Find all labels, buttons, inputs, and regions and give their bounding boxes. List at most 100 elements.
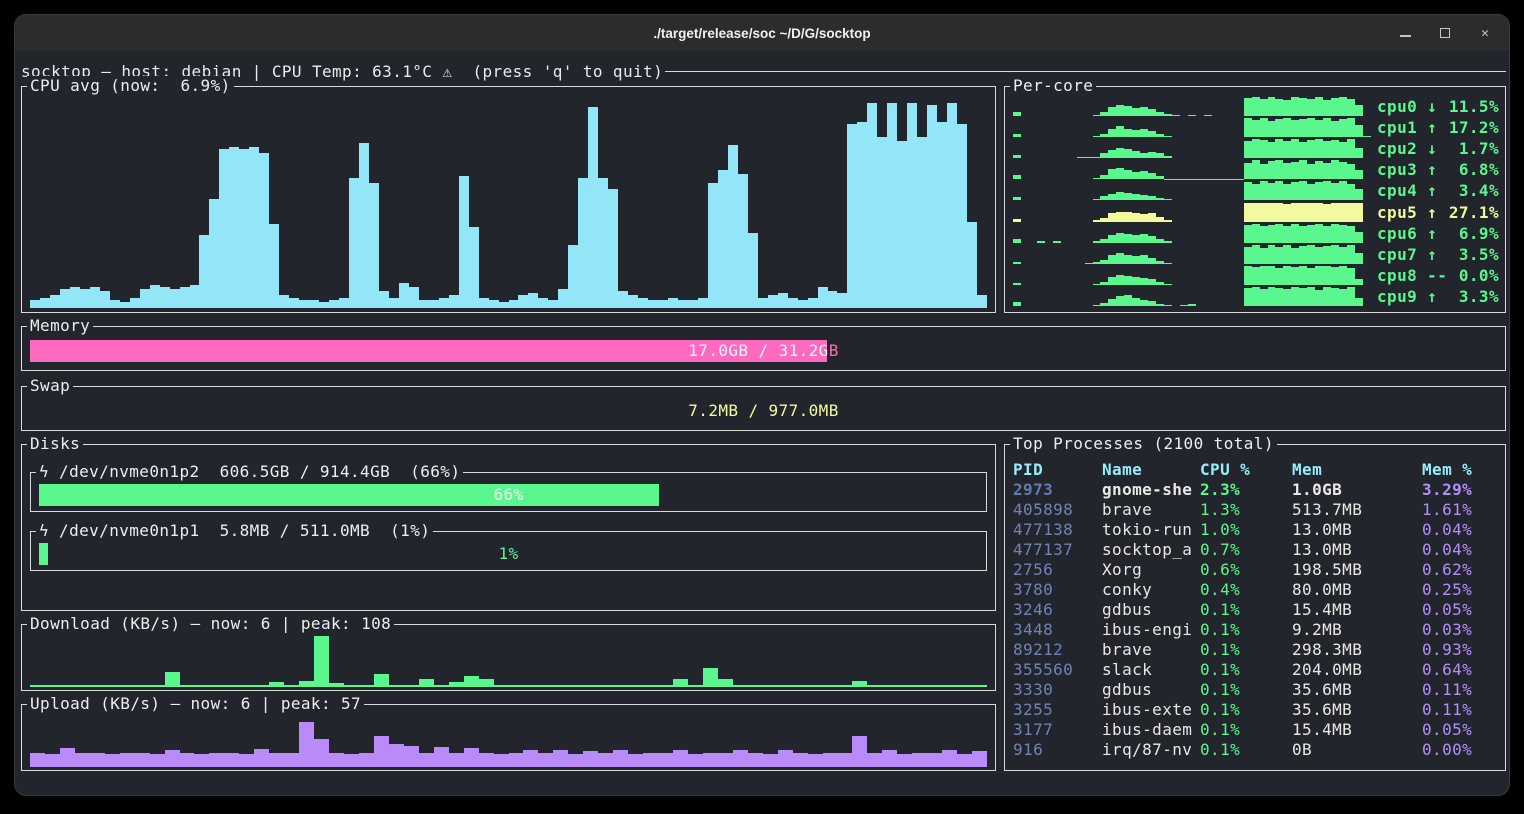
processes-rows: 2973 gnome-she 2.3% 1.0GB 3.29% 405898 b… (1013, 480, 1503, 760)
core-trend-arrow-icon: ↑ (1427, 245, 1437, 264)
cell-pid: 3448 (1013, 620, 1102, 640)
panel-download: Download (KB/s) — now: 6 | peak: 108 (21, 624, 996, 691)
panel-upload: Upload (KB/s) — now: 6 | peak: 57 (21, 704, 996, 771)
panel-processes: Top Processes (2100 total) PID Name CPU … (1004, 444, 1506, 771)
disk-gauge-fill: 1% (39, 543, 48, 565)
core-name: cpu9 (1377, 287, 1427, 306)
core-name: cpu4 (1377, 181, 1427, 200)
core-label: cpu0 ↓11.5% (1377, 97, 1499, 116)
cell-pid: 3246 (1013, 600, 1102, 620)
header-rule (665, 71, 1506, 72)
table-row: 3177 ibus-daem 0.1% 15.4MB 0.05% (1013, 720, 1503, 740)
cell-mem: 198.5MB (1292, 560, 1422, 580)
cell-pid: 2756 (1013, 560, 1102, 580)
col-header-mem: Mem (1292, 460, 1422, 480)
disk-usage-gauge: 66% 66% (39, 484, 978, 506)
cell-pid: 2973 (1013, 480, 1102, 500)
swap-panel-title: Swap (27, 376, 73, 396)
cell-name: ibus-exte (1102, 700, 1200, 720)
cell-memp: 1.61% (1422, 500, 1503, 520)
processes-table-header: PID Name CPU % Mem Mem % (1013, 460, 1503, 480)
cell-memp: 0.03% (1422, 620, 1503, 640)
core-sparkline (1013, 139, 1371, 158)
core-label: cpu6 ↑6.9% (1377, 224, 1499, 243)
cell-mem: 1.0GB (1292, 480, 1422, 500)
core-name: cpu8 (1377, 266, 1427, 285)
disk-gauge-fill: 66% (39, 484, 659, 506)
core-usage-value: 6.9% (1437, 224, 1499, 243)
cell-cpu: 0.1% (1200, 740, 1292, 760)
terminal-window: ./target/release/soc ~/D/G/socktop ✕ soc… (14, 14, 1510, 796)
disk-item-title: ϟ/dev/nvme0n1p2 606.5GB / 914.4GB (66%) (36, 462, 463, 482)
core-row: cpu5 ↑27.1% (1013, 201, 1499, 222)
download-panel-title: Download (KB/s) — now: 6 | peak: 108 (27, 614, 394, 634)
terminal-content: socktop — host: debian | CPU Temp: 63.1°… (15, 52, 1510, 796)
cell-mem: 513.7MB (1292, 500, 1422, 520)
disk-usage-gauge: 1% 1% (39, 543, 978, 565)
disk-item: ϟ/dev/nvme0n1p2 606.5GB / 914.4GB (66%) … (30, 472, 987, 512)
cell-mem: 13.0MB (1292, 520, 1422, 540)
table-row: 3448 ibus-engi 0.1% 9.2MB 0.03% (1013, 620, 1503, 640)
core-usage-value: 6.8% (1437, 160, 1499, 179)
disk-item: ϟ/dev/nvme0n1p1 5.8MB / 511.0MB (1%) 1% … (30, 531, 987, 571)
cell-cpu: 0.1% (1200, 660, 1292, 680)
cell-pid: 405898 (1013, 500, 1102, 520)
table-row: 916 irq/87-nv 0.1% 0B 0.00% (1013, 740, 1503, 760)
core-trend-arrow-icon: ↑ (1427, 203, 1437, 222)
core-name: cpu2 (1377, 139, 1427, 158)
table-row: 3255 ibus-exte 0.1% 35.6MB 0.11% (1013, 700, 1503, 720)
cpu-avg-panel-title: CPU avg (now: 6.9%) (27, 76, 234, 96)
cell-memp: 0.05% (1422, 600, 1503, 620)
table-row: 3780 conky 0.4% 80.0MB 0.25% (1013, 580, 1503, 600)
cell-cpu: 1.0% (1200, 520, 1292, 540)
cell-name: gdbus (1102, 680, 1200, 700)
core-sparkline (1013, 287, 1371, 306)
cell-pid: 3255 (1013, 700, 1102, 720)
processes-panel-title: Top Processes (2100 total) (1010, 434, 1277, 454)
core-sparkline (1013, 118, 1371, 137)
cell-name: irq/87-nv (1102, 740, 1200, 760)
col-header-memp: Mem % (1422, 460, 1503, 480)
cell-pid: 477137 (1013, 540, 1102, 560)
cell-memp: 0.05% (1422, 720, 1503, 740)
cell-cpu: 0.1% (1200, 700, 1292, 720)
cell-name: tokio-run (1102, 520, 1200, 540)
close-button[interactable]: ✕ (1477, 25, 1493, 41)
core-trend-arrow-icon: ↓ (1427, 97, 1437, 116)
cell-mem: 9.2MB (1292, 620, 1422, 640)
upload-chart (30, 716, 987, 767)
memory-gauge-fill-label: 17.0GB / 31.2GB (30, 340, 827, 362)
cell-mem: 80.0MB (1292, 580, 1422, 600)
cell-memp: 0.62% (1422, 560, 1503, 580)
table-row: 3246 gdbus 0.1% 15.4MB 0.05% (1013, 600, 1503, 620)
col-header-pid: PID (1013, 460, 1102, 480)
disk-gauge-label: 1% (39, 543, 978, 565)
minimize-icon (1400, 35, 1411, 37)
titlebar[interactable]: ./target/release/soc ~/D/G/socktop ✕ (15, 15, 1509, 52)
core-trend-arrow-icon: ↑ (1427, 224, 1437, 243)
core-row: cpu9 ↑3.3% (1013, 286, 1499, 307)
cell-mem: 35.6MB (1292, 680, 1422, 700)
core-row: cpu2 ↓1.7% (1013, 138, 1499, 159)
per-core-panel-title: Per-core (1010, 76, 1096, 96)
panel-disks: Disks ϟ/dev/nvme0n1p2 606.5GB / 914.4GB … (21, 444, 996, 611)
table-row: 3330 gdbus 0.1% 35.6MB 0.11% (1013, 680, 1503, 700)
core-sparkline (1013, 97, 1371, 116)
minimize-button[interactable] (1397, 25, 1413, 41)
core-trend-arrow-icon: ↑ (1427, 287, 1437, 306)
per-core-rows: cpu0 ↓11.5% cpu1 ↑17.2% cpu2 ↓1.7% cpu3 … (1013, 96, 1499, 307)
cell-cpu: 0.1% (1200, 600, 1292, 620)
cell-cpu: 0.1% (1200, 680, 1292, 700)
disk-item-text: /dev/nvme0n1p2 606.5GB / 914.4GB (66%) (59, 462, 460, 482)
cell-mem: 298.3MB (1292, 640, 1422, 660)
panel-swap: Swap 7.2MB / 977.0MB 7.2MB / 977.0MB (21, 386, 1506, 431)
upload-panel-title: Upload (KB/s) — now: 6 | peak: 57 (27, 694, 364, 714)
core-usage-value: 27.1% (1437, 203, 1499, 222)
maximize-button[interactable] (1437, 25, 1453, 41)
core-usage-value: 3.3% (1437, 287, 1499, 306)
core-trend-arrow-icon: ↑ (1427, 118, 1437, 137)
core-label: cpu9 ↑3.3% (1377, 287, 1499, 306)
table-row: 405898 brave 1.3% 513.7MB 1.61% (1013, 500, 1503, 520)
cell-name: brave (1102, 500, 1200, 520)
core-label: cpu2 ↓1.7% (1377, 139, 1499, 158)
